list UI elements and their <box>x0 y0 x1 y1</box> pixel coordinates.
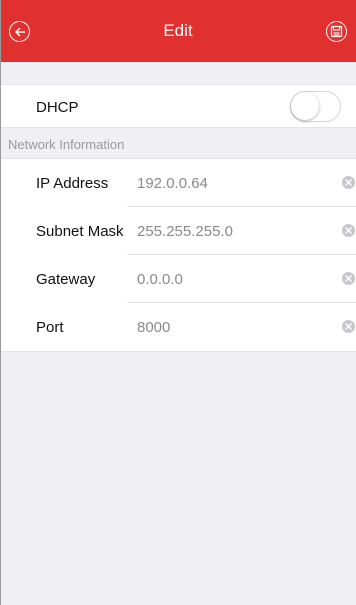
ip-address-label: IP Address <box>36 175 109 192</box>
page-title: Edit <box>163 21 193 40</box>
gateway-input[interactable]: 0.0.0.0 <box>137 271 183 288</box>
dhcp-toggle[interactable] <box>290 91 341 122</box>
section-title: Network Information <box>8 137 125 152</box>
port-input[interactable]: 8000 <box>137 319 170 336</box>
x-icon <box>345 227 352 234</box>
subnet-mask-input[interactable]: 255.255.255.0 <box>137 223 233 240</box>
dhcp-label: DHCP <box>36 99 79 116</box>
dhcp-row: DHCP <box>0 84 356 128</box>
x-icon <box>345 275 352 282</box>
left-edge-line <box>0 0 1 605</box>
top-bar: Edit <box>0 0 356 62</box>
subnet-mask-row: Subnet Mask 255.255.255.0 <box>0 207 356 255</box>
gateway-row: Gateway 0.0.0.0 <box>0 255 356 303</box>
clear-gateway-icon[interactable] <box>342 272 355 285</box>
save-button[interactable] <box>326 21 347 42</box>
port-label: Port <box>36 319 64 336</box>
ip-address-row: IP Address 192.0.0.64 <box>0 159 356 207</box>
subnet-mask-label: Subnet Mask <box>36 223 124 240</box>
toggle-knob <box>291 92 319 120</box>
ip-address-input[interactable]: 192.0.0.64 <box>137 175 208 192</box>
x-icon <box>345 179 352 186</box>
x-icon <box>345 323 352 330</box>
port-row: Port 8000 <box>0 303 356 351</box>
section-header: Network Information <box>0 128 356 158</box>
save-disk-icon <box>330 25 343 38</box>
gateway-label: Gateway <box>36 271 96 288</box>
clear-ip-address-icon[interactable] <box>342 176 355 189</box>
top-spacer <box>0 62 356 84</box>
network-form: IP Address 192.0.0.64 Subnet Mask 255.25… <box>0 158 356 352</box>
clear-subnet-mask-icon[interactable] <box>342 224 355 237</box>
clear-port-icon[interactable] <box>342 320 355 333</box>
